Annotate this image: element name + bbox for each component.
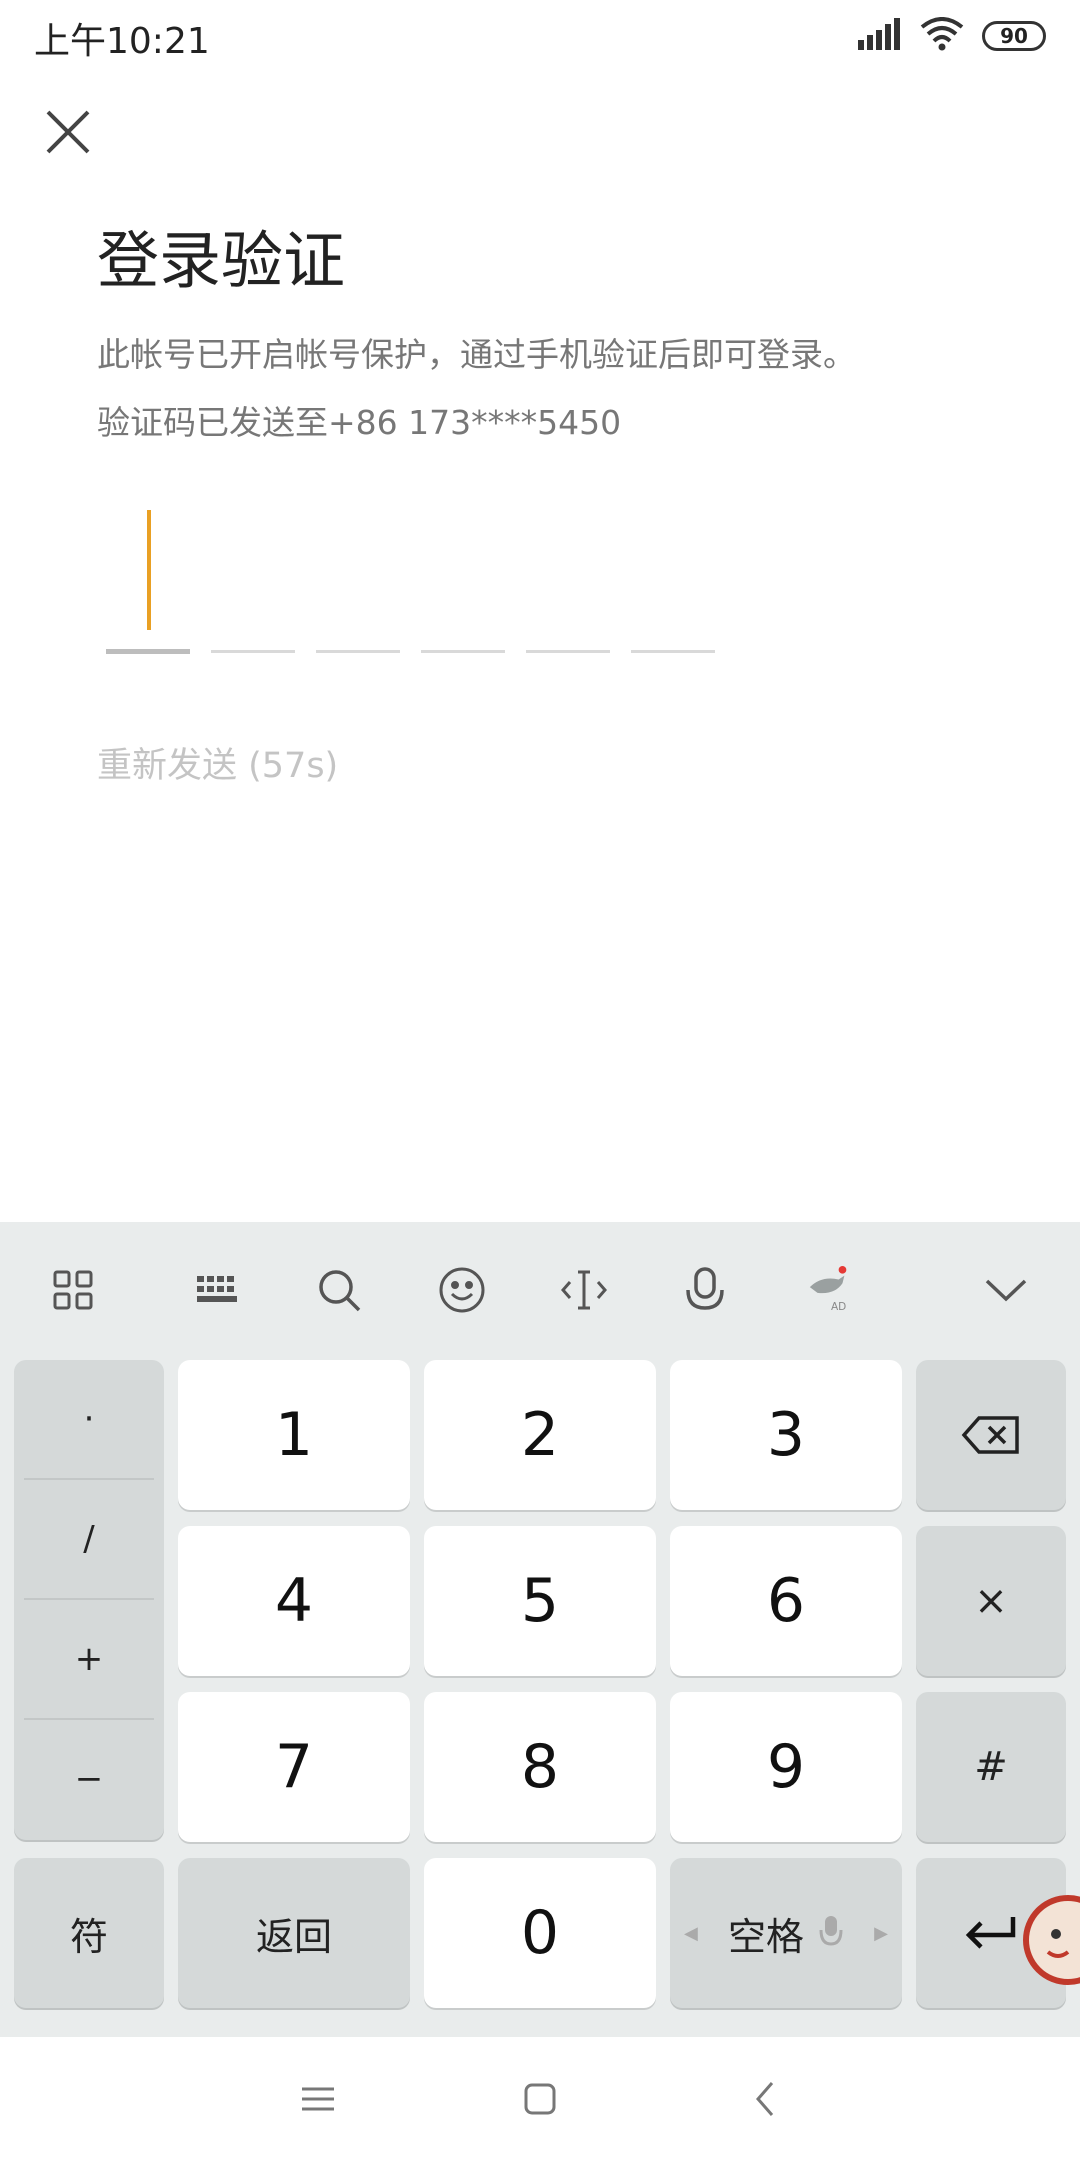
close-icon	[46, 110, 90, 154]
ad-bird-icon[interactable]: AD	[806, 1266, 854, 1314]
code-slot[interactable]	[631, 650, 715, 653]
key-minus[interactable]: −	[14, 1720, 164, 1838]
status-icons: 90	[858, 16, 1046, 56]
signal-icon	[858, 18, 902, 54]
menu-icon[interactable]	[296, 2077, 340, 2121]
symbol-column: · / + −	[14, 1360, 164, 1840]
wifi-icon	[920, 17, 964, 55]
verification-code-input[interactable]	[106, 500, 726, 660]
apps-grid-icon[interactable]	[49, 1266, 97, 1314]
search-icon[interactable]	[315, 1266, 363, 1314]
resend-countdown: 重新发送 (57s)	[97, 746, 339, 786]
code-slot[interactable]	[106, 649, 190, 654]
keyboard-toolbar: AD	[0, 1222, 1080, 1357]
key-plus[interactable]: +	[14, 1600, 164, 1718]
page-title: 登录验证	[97, 224, 346, 297]
code-slot[interactable]	[421, 650, 505, 653]
symbols-key[interactable]: 符	[14, 1858, 164, 2008]
backspace-icon	[961, 1416, 1019, 1454]
keyboard-icon[interactable]	[194, 1266, 242, 1314]
back-key[interactable]: 返回	[178, 1858, 410, 2008]
microphone-icon[interactable]	[681, 1266, 729, 1314]
key-8[interactable]: 8	[424, 1692, 656, 1842]
cursor-move-icon[interactable]	[560, 1266, 608, 1314]
home-icon[interactable]	[518, 2077, 562, 2121]
key-7[interactable]: 7	[178, 1692, 410, 1842]
status-time: 上午10:21	[34, 21, 210, 62]
key-9[interactable]: 9	[670, 1692, 902, 1842]
key-hash[interactable]: #	[916, 1692, 1066, 1842]
mic-small-icon	[818, 1914, 844, 1952]
status-bar: 上午10:21 90	[0, 0, 1080, 70]
svg-text:AD: AD	[831, 1301, 846, 1313]
backspace-button[interactable]	[916, 1360, 1066, 1510]
back-icon[interactable]	[744, 2077, 788, 2121]
battery-indicator: 90	[982, 21, 1046, 51]
code-slot[interactable]	[316, 650, 400, 653]
space-key[interactable]: ◀ 空格 ▶	[670, 1858, 902, 2008]
right-arrow-icon: ▶	[874, 1922, 888, 1944]
left-arrow-icon: ◀	[684, 1922, 698, 1944]
code-sent-notice: 验证码已发送至+86 173****5450	[97, 403, 622, 442]
space-label: 空格	[727, 1914, 804, 1959]
key-multiply[interactable]: ×	[916, 1526, 1066, 1676]
key-slash[interactable]: /	[14, 1480, 164, 1598]
key-4[interactable]: 4	[178, 1526, 410, 1676]
close-button[interactable]	[44, 108, 92, 156]
code-slot[interactable]	[211, 650, 295, 653]
key-0[interactable]: 0	[424, 1858, 656, 2008]
key-5[interactable]: 5	[424, 1526, 656, 1676]
emoji-icon[interactable]	[438, 1266, 486, 1314]
key-2[interactable]: 2	[424, 1360, 656, 1510]
collapse-chevron-icon[interactable]	[982, 1266, 1030, 1314]
numeric-keyboard: AD · / + − 1 2 3 4 5 6 × 7 8 9 # 符 返回 0	[0, 1222, 1080, 2037]
key-1[interactable]: 1	[178, 1360, 410, 1510]
text-cursor	[147, 510, 151, 630]
system-navigation-bar	[0, 2037, 1080, 2160]
key-6[interactable]: 6	[670, 1526, 902, 1676]
enter-icon	[965, 1917, 1016, 1949]
protection-description: 此帐号已开启帐号保护，通过手机验证后即可登录。	[97, 335, 856, 374]
key-dot[interactable]: ·	[14, 1360, 164, 1478]
key-3[interactable]: 3	[670, 1360, 902, 1510]
code-slot[interactable]	[526, 650, 610, 653]
mascot-icon	[1018, 1890, 1080, 2000]
